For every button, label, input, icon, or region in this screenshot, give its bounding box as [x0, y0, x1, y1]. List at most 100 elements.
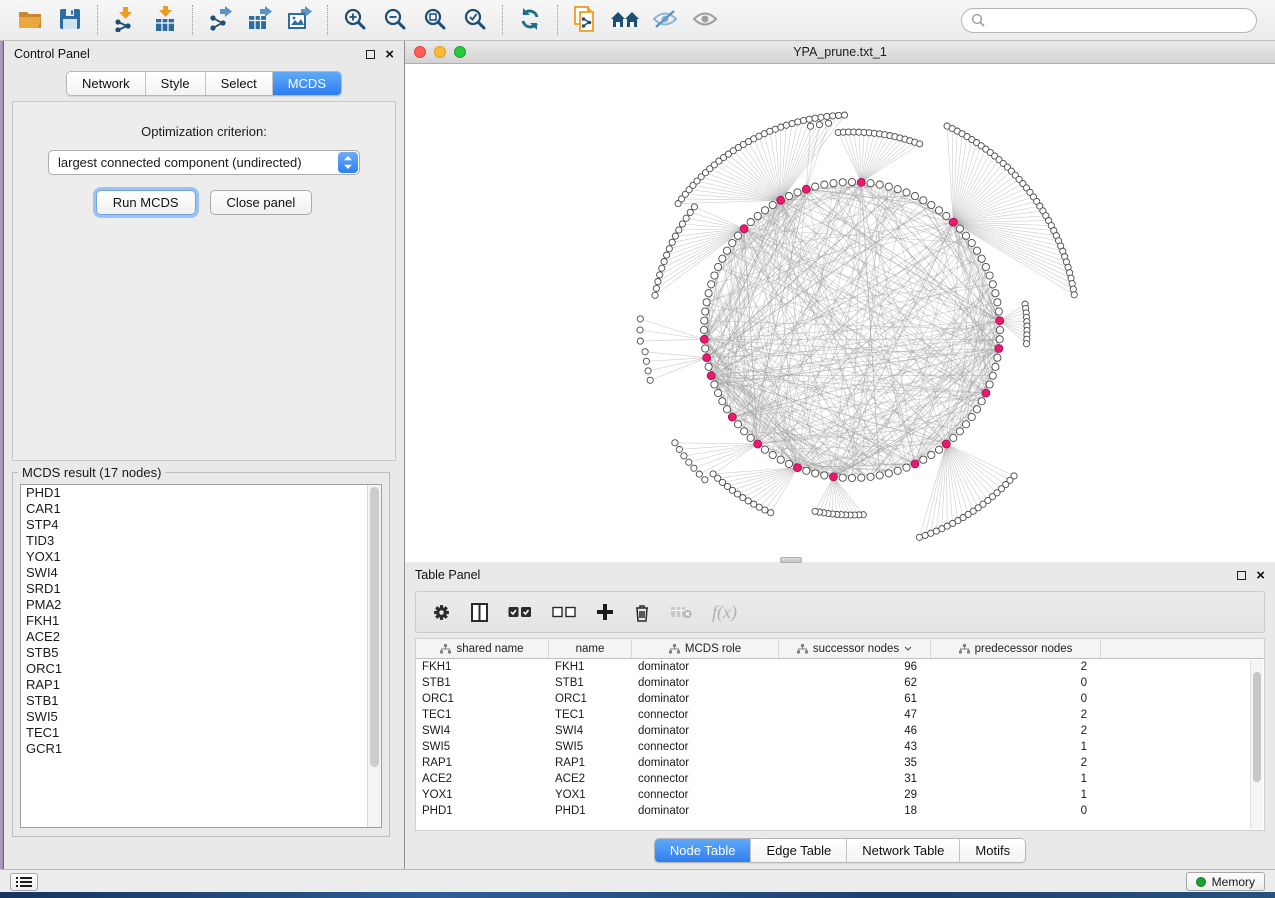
mcds-result-item[interactable]: GCR1	[21, 741, 381, 757]
table-cell: 18	[779, 805, 931, 817]
search-input[interactable]	[991, 13, 1247, 27]
close-panel-button[interactable]: Close panel	[210, 190, 313, 215]
mcds-result-list[interactable]: PHD1CAR1STP4TID3YOX1SWI4SRD1PMA2FKH1ACE2…	[20, 484, 382, 828]
mcds-result-item[interactable]: TID3	[21, 533, 381, 549]
refresh-icon	[518, 7, 542, 34]
table-cell: 0	[931, 693, 1101, 705]
zoom-in-button[interactable]	[335, 3, 375, 37]
mcds-result-item[interactable]: STB1	[21, 693, 381, 709]
delete-column-icon[interactable]	[634, 603, 650, 622]
refresh-button[interactable]	[510, 3, 550, 37]
table-row[interactable]: RAP1RAP1dominator352	[416, 755, 1264, 771]
network-titlebar[interactable]: YPA_prune.txt_1	[405, 41, 1275, 64]
mcds-result-item[interactable]: SWI4	[21, 565, 381, 581]
mcds-result-item[interactable]: SWI5	[21, 709, 381, 725]
run-mcds-button[interactable]: Run MCDS	[96, 190, 196, 215]
select-all-icon[interactable]	[508, 606, 532, 618]
tab-node-table[interactable]: Node Table	[655, 839, 752, 862]
table-row[interactable]: TEC1TEC1connector472	[416, 707, 1264, 723]
tab-edge-table[interactable]: Edge Table	[751, 839, 847, 862]
export-table-button[interactable]	[240, 3, 280, 37]
table-row[interactable]: SWI4SWI4dominator462	[416, 723, 1264, 739]
mcds-result-item[interactable]: STB5	[21, 645, 381, 661]
zoom-selected-button[interactable]	[455, 3, 495, 37]
export-image-icon	[287, 6, 313, 35]
table-cell: PHD1	[549, 805, 632, 817]
table-row[interactable]: ORC1ORC1dominator610	[416, 691, 1264, 707]
deselect-all-icon[interactable]	[552, 606, 576, 618]
mcds-result-item[interactable]: FKH1	[21, 613, 381, 629]
mcds-result-item[interactable]: CAR1	[21, 501, 381, 517]
column-layout-icon[interactable]	[471, 603, 488, 622]
mcds-result-item[interactable]: PHD1	[21, 485, 381, 501]
export-network-button[interactable]	[200, 3, 240, 37]
table-cell: FKH1	[416, 661, 549, 673]
column-type-icon	[959, 644, 970, 654]
table-row[interactable]: SWI5SWI5connector431	[416, 739, 1264, 755]
tab-motifs[interactable]: Motifs	[960, 839, 1025, 862]
show-all-button[interactable]	[685, 3, 725, 37]
import-network-icon	[112, 6, 138, 35]
table-scrollbar[interactable]	[1250, 660, 1263, 829]
mcds-result-item[interactable]: ACE2	[21, 629, 381, 645]
column-header-successor-nodes[interactable]: successor nodes	[779, 639, 931, 658]
mcds-result-item[interactable]: PMA2	[21, 597, 381, 613]
save-icon	[58, 7, 82, 34]
mcds-result-item[interactable]: RAP1	[21, 677, 381, 693]
table-row[interactable]: YOX1YOX1connector291	[416, 787, 1264, 803]
save-button[interactable]	[50, 3, 90, 37]
add-column-icon[interactable]	[596, 603, 614, 621]
import-table-icon	[152, 6, 178, 35]
table-row[interactable]: ACE2ACE2connector311	[416, 771, 1264, 787]
export-image-button[interactable]	[280, 3, 320, 37]
mcds-result-item[interactable]: ORC1	[21, 661, 381, 677]
zoom-in-icon	[343, 7, 367, 34]
close-panel-icon[interactable]: ×	[385, 50, 394, 59]
settings-gear-icon[interactable]	[432, 603, 451, 622]
mcds-result-item[interactable]: SRD1	[21, 581, 381, 597]
search-field[interactable]	[961, 8, 1257, 33]
float-panel-icon[interactable]	[1237, 571, 1246, 580]
tab-network[interactable]: Network	[67, 72, 146, 95]
close-panel-icon[interactable]: ×	[1256, 571, 1265, 580]
table-cell: 62	[779, 677, 931, 689]
memory-button[interactable]: Memory	[1186, 872, 1265, 891]
table-cell: 1	[931, 789, 1101, 801]
zoom-fit-button[interactable]	[415, 3, 455, 37]
status-bar: Memory	[0, 869, 1275, 892]
column-header-shared-name[interactable]: shared name	[416, 639, 549, 658]
column-header-predecessor-nodes[interactable]: predecessor nodes	[931, 639, 1101, 658]
table-row[interactable]: FKH1FKH1dominator962	[416, 659, 1264, 675]
float-panel-icon[interactable]	[366, 50, 375, 59]
mcds-scrollbar[interactable]	[367, 485, 381, 827]
tab-network-table[interactable]: Network Table	[847, 839, 960, 862]
table-scroll-thumb[interactable]	[1253, 672, 1261, 782]
import-network-button[interactable]	[105, 3, 145, 37]
duplicate-network-button[interactable]	[565, 3, 605, 37]
column-header-name[interactable]: name	[549, 639, 632, 658]
column-header-mcds-role[interactable]: MCDS role	[632, 639, 779, 658]
table-row[interactable]: PHD1PHD1dominator180	[416, 803, 1264, 819]
hide-selected-button[interactable]	[645, 3, 685, 37]
network-graph[interactable]	[405, 64, 1275, 562]
tab-mcds[interactable]: MCDS	[273, 72, 341, 95]
open-button[interactable]	[10, 3, 50, 37]
export-network-icon	[207, 6, 233, 35]
table-cell: 1	[931, 773, 1101, 785]
table-cell: 96	[779, 661, 931, 673]
network-window: YPA_prune.txt_1	[405, 41, 1275, 562]
mcds-result-item[interactable]: YOX1	[21, 549, 381, 565]
task-history-button[interactable]	[10, 873, 38, 891]
first-neighbors-button[interactable]	[605, 3, 645, 37]
tab-style[interactable]: Style	[146, 72, 206, 95]
import-table-button[interactable]	[145, 3, 185, 37]
mcds-scroll-thumb[interactable]	[370, 487, 379, 767]
zoom-out-button[interactable]	[375, 3, 415, 37]
mcds-result-item[interactable]: STP4	[21, 517, 381, 533]
first-neighbors-icon	[610, 7, 640, 34]
mcds-result-item[interactable]: TEC1	[21, 725, 381, 741]
table-row[interactable]: STB1STB1dominator620	[416, 675, 1264, 691]
criterion-dropdown[interactable]: largest connected component (undirected)	[48, 150, 360, 175]
splitter-grip-horizontal[interactable]	[780, 557, 802, 563]
tab-select[interactable]: Select	[206, 72, 273, 95]
